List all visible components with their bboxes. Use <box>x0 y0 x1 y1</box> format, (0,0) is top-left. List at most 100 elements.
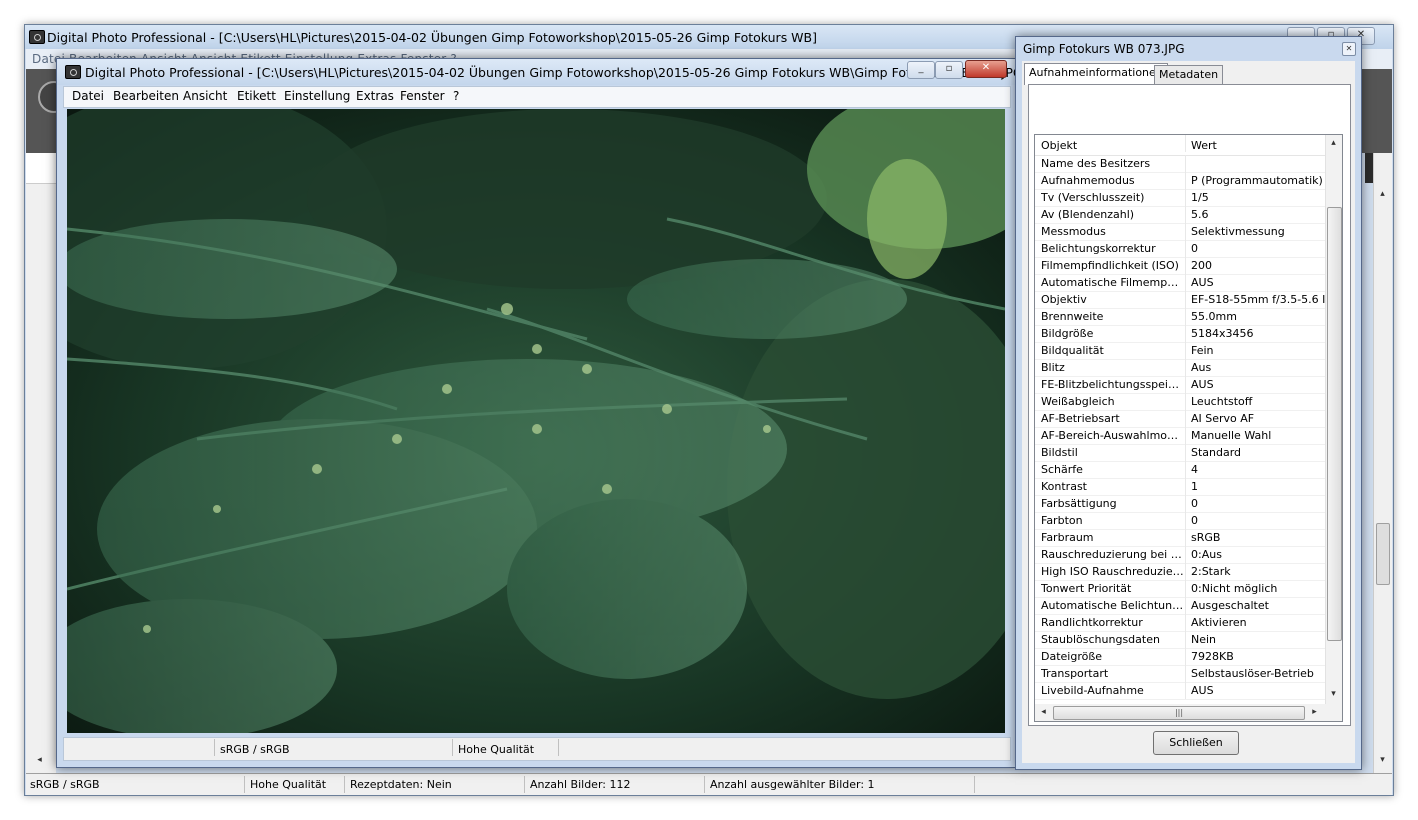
row-value: 0:Aus <box>1191 548 1222 561</box>
table-row[interactable]: Brennweite 55.0mm <box>1035 308 1325 326</box>
status-divider <box>524 776 525 793</box>
table-row[interactable]: Farbsättigung 0 <box>1035 495 1325 513</box>
row-key: Transportart <box>1041 667 1109 680</box>
image-window-title-bar[interactable]: Digital Photo Professional - [C:\Users\H… <box>57 59 1027 85</box>
table-row[interactable]: Weißabgleich Leuchtstoff <box>1035 393 1325 411</box>
menu-fenster[interactable]: Fenster <box>400 89 445 103</box>
column-divider <box>1185 257 1186 274</box>
row-value: Aktivieren <box>1191 616 1247 629</box>
menu-ansicht[interactable]: Ansicht <box>183 89 227 103</box>
column-divider <box>1185 444 1186 461</box>
scroll-up-icon[interactable]: ▴ <box>1326 136 1341 151</box>
image-minimize-button[interactable]: _ <box>907 61 935 79</box>
column-divider <box>1185 512 1186 529</box>
table-row[interactable]: Transportart Selbstauslöser-Betrieb <box>1035 665 1325 683</box>
dialog-close-icon[interactable]: ✕ <box>1342 42 1356 56</box>
row-key: Weißabgleich <box>1041 395 1115 408</box>
table-row[interactable]: Staublöschungsdaten Nein <box>1035 631 1325 649</box>
table-vertical-scrollbar[interactable]: ▴ ▾ <box>1325 135 1342 705</box>
table-row[interactable]: Messmodus Selektivmessung <box>1035 223 1325 241</box>
table-row[interactable]: Livebild-Aufnahme AUS <box>1035 682 1325 700</box>
row-key: Filmempfindlichkeit (ISO) <box>1041 259 1179 272</box>
table-row[interactable]: Randlichtkorrektur Aktivieren <box>1035 614 1325 632</box>
photo-preview[interactable] <box>67 109 1005 733</box>
table-row[interactable]: Automatische Filmempfindli... AUS <box>1035 274 1325 292</box>
row-key: Farbton <box>1041 514 1083 527</box>
spruce-photo <box>67 109 1005 733</box>
table-row[interactable]: Name des Besitzers <box>1035 155 1325 173</box>
menu-etikett[interactable]: Etikett <box>237 89 276 103</box>
column-header-wert[interactable]: Wert <box>1191 139 1325 152</box>
image-close-button[interactable]: ✕ <box>965 60 1007 78</box>
row-value: 0:Nicht möglich <box>1191 582 1278 595</box>
scroll-right-icon[interactable]: ▸ <box>1307 705 1322 720</box>
row-value: AUS <box>1191 684 1214 697</box>
tab-metadaten[interactable]: Metadaten <box>1154 65 1224 84</box>
row-key: Bildgröße <box>1041 327 1094 340</box>
table-row[interactable]: Rauschreduzierung bei Lan... 0:Aus <box>1035 546 1325 564</box>
table-row[interactable]: Automatische Belichtungso... Ausgeschalte… <box>1035 597 1325 615</box>
table-row[interactable]: Bildqualität Fein <box>1035 342 1325 360</box>
row-key: Dateigröße <box>1041 650 1103 663</box>
menu-help[interactable]: ? <box>453 89 459 103</box>
row-key: Automatische Filmempfindli... <box>1041 276 1185 289</box>
table-row[interactable]: Filmempfindlichkeit (ISO) 200 <box>1035 257 1325 275</box>
row-value: 55.0mm <box>1191 310 1237 323</box>
column-header-objekt[interactable]: Objekt <box>1041 139 1185 152</box>
scroll-up-icon[interactable]: ▴ <box>1375 187 1390 202</box>
table-row[interactable]: Kontrast 1 <box>1035 478 1325 496</box>
row-value: Aus <box>1191 361 1212 374</box>
table-row[interactable]: Farbton 0 <box>1035 512 1325 530</box>
column-divider <box>1185 342 1186 359</box>
table-row[interactable]: Av (Blendenzahl) 5.6 <box>1035 206 1325 224</box>
table-row[interactable]: Blitz Aus <box>1035 359 1325 377</box>
menu-bearbeiten[interactable]: Bearbeiten <box>113 89 179 103</box>
column-divider[interactable] <box>1185 135 1186 152</box>
column-divider <box>1185 189 1186 206</box>
table-row[interactable]: Aufnahmemodus P (Programmautomatik) <box>1035 172 1325 190</box>
column-divider <box>1185 155 1186 172</box>
image-maximize-button[interactable]: ▫ <box>935 61 963 79</box>
table-horizontal-scrollbar[interactable]: ◂ ||| ▸ <box>1034 704 1343 722</box>
table-row[interactable]: Tv (Verschlusszeit) 1/5 <box>1035 189 1325 207</box>
status-selected-count: Anzahl ausgewählter Bilder: 1 <box>710 778 875 791</box>
left-pane-field[interactable] <box>26 153 56 184</box>
table-row[interactable]: Bildgröße 5184x3456 <box>1035 325 1325 343</box>
table-row[interactable]: High ISO Rauschreduzierung 2:Stark <box>1035 563 1325 581</box>
close-dialog-button[interactable]: Schließen <box>1153 731 1239 755</box>
row-value: 4 <box>1191 463 1198 476</box>
scroll-down-icon[interactable]: ▾ <box>1375 753 1390 768</box>
main-vertical-scrollbar[interactable]: ▴ ▾ <box>1373 153 1392 773</box>
table-row[interactable]: AF-Bereich-Auswahlmodus Manuelle Wahl <box>1035 427 1325 445</box>
column-divider <box>1185 665 1186 682</box>
column-divider <box>1185 580 1186 597</box>
row-key: AF-Betriebsart <box>1041 412 1120 425</box>
table-scroll-thumb[interactable] <box>1327 207 1342 641</box>
table-row[interactable]: Schärfe 4 <box>1035 461 1325 479</box>
tab-aufnahmeinformationen[interactable]: Aufnahmeinformationen <box>1024 63 1168 85</box>
table-row[interactable]: AF-Betriebsart AI Servo AF <box>1035 410 1325 428</box>
table-row[interactable]: Tonwert Priorität 0:Nicht möglich <box>1035 580 1325 598</box>
table-row[interactable]: Belichtungskorrektur 0 <box>1035 240 1325 258</box>
table-row[interactable]: FE-Blitzbelichtungsspeicher... AUS <box>1035 376 1325 394</box>
scroll-down-icon[interactable]: ▾ <box>1326 687 1341 702</box>
scroll-left-icon[interactable]: ◂ <box>32 753 47 768</box>
row-key: AF-Bereich-Auswahlmodus <box>1041 429 1185 442</box>
menu-datei[interactable]: Datei <box>72 89 104 103</box>
status-divider <box>244 776 245 793</box>
status-recipe: Rezeptdaten: Nein <box>350 778 452 791</box>
row-key: Farbsättigung <box>1041 497 1117 510</box>
table-row[interactable]: Farbraum sRGB <box>1035 529 1325 547</box>
table-row[interactable]: Objektiv EF-S18-55mm f/3.5-5.6 IS I <box>1035 291 1325 309</box>
menu-einstellung[interactable]: Einstellung <box>284 89 350 103</box>
table-row[interactable]: Dateigröße 7928KB <box>1035 648 1325 666</box>
column-divider <box>1185 172 1186 189</box>
menu-extras[interactable]: Extras <box>356 89 394 103</box>
table-horizontal-thumb[interactable]: ||| <box>1053 706 1305 720</box>
table-row[interactable]: Bildstil Standard <box>1035 444 1325 462</box>
row-key: Av (Blendenzahl) <box>1041 208 1135 221</box>
scroll-left-icon[interactable]: ◂ <box>1036 705 1051 720</box>
row-value: 0 <box>1191 514 1198 527</box>
main-scroll-thumb[interactable] <box>1376 523 1390 585</box>
row-key: Tv (Verschlusszeit) <box>1041 191 1145 204</box>
